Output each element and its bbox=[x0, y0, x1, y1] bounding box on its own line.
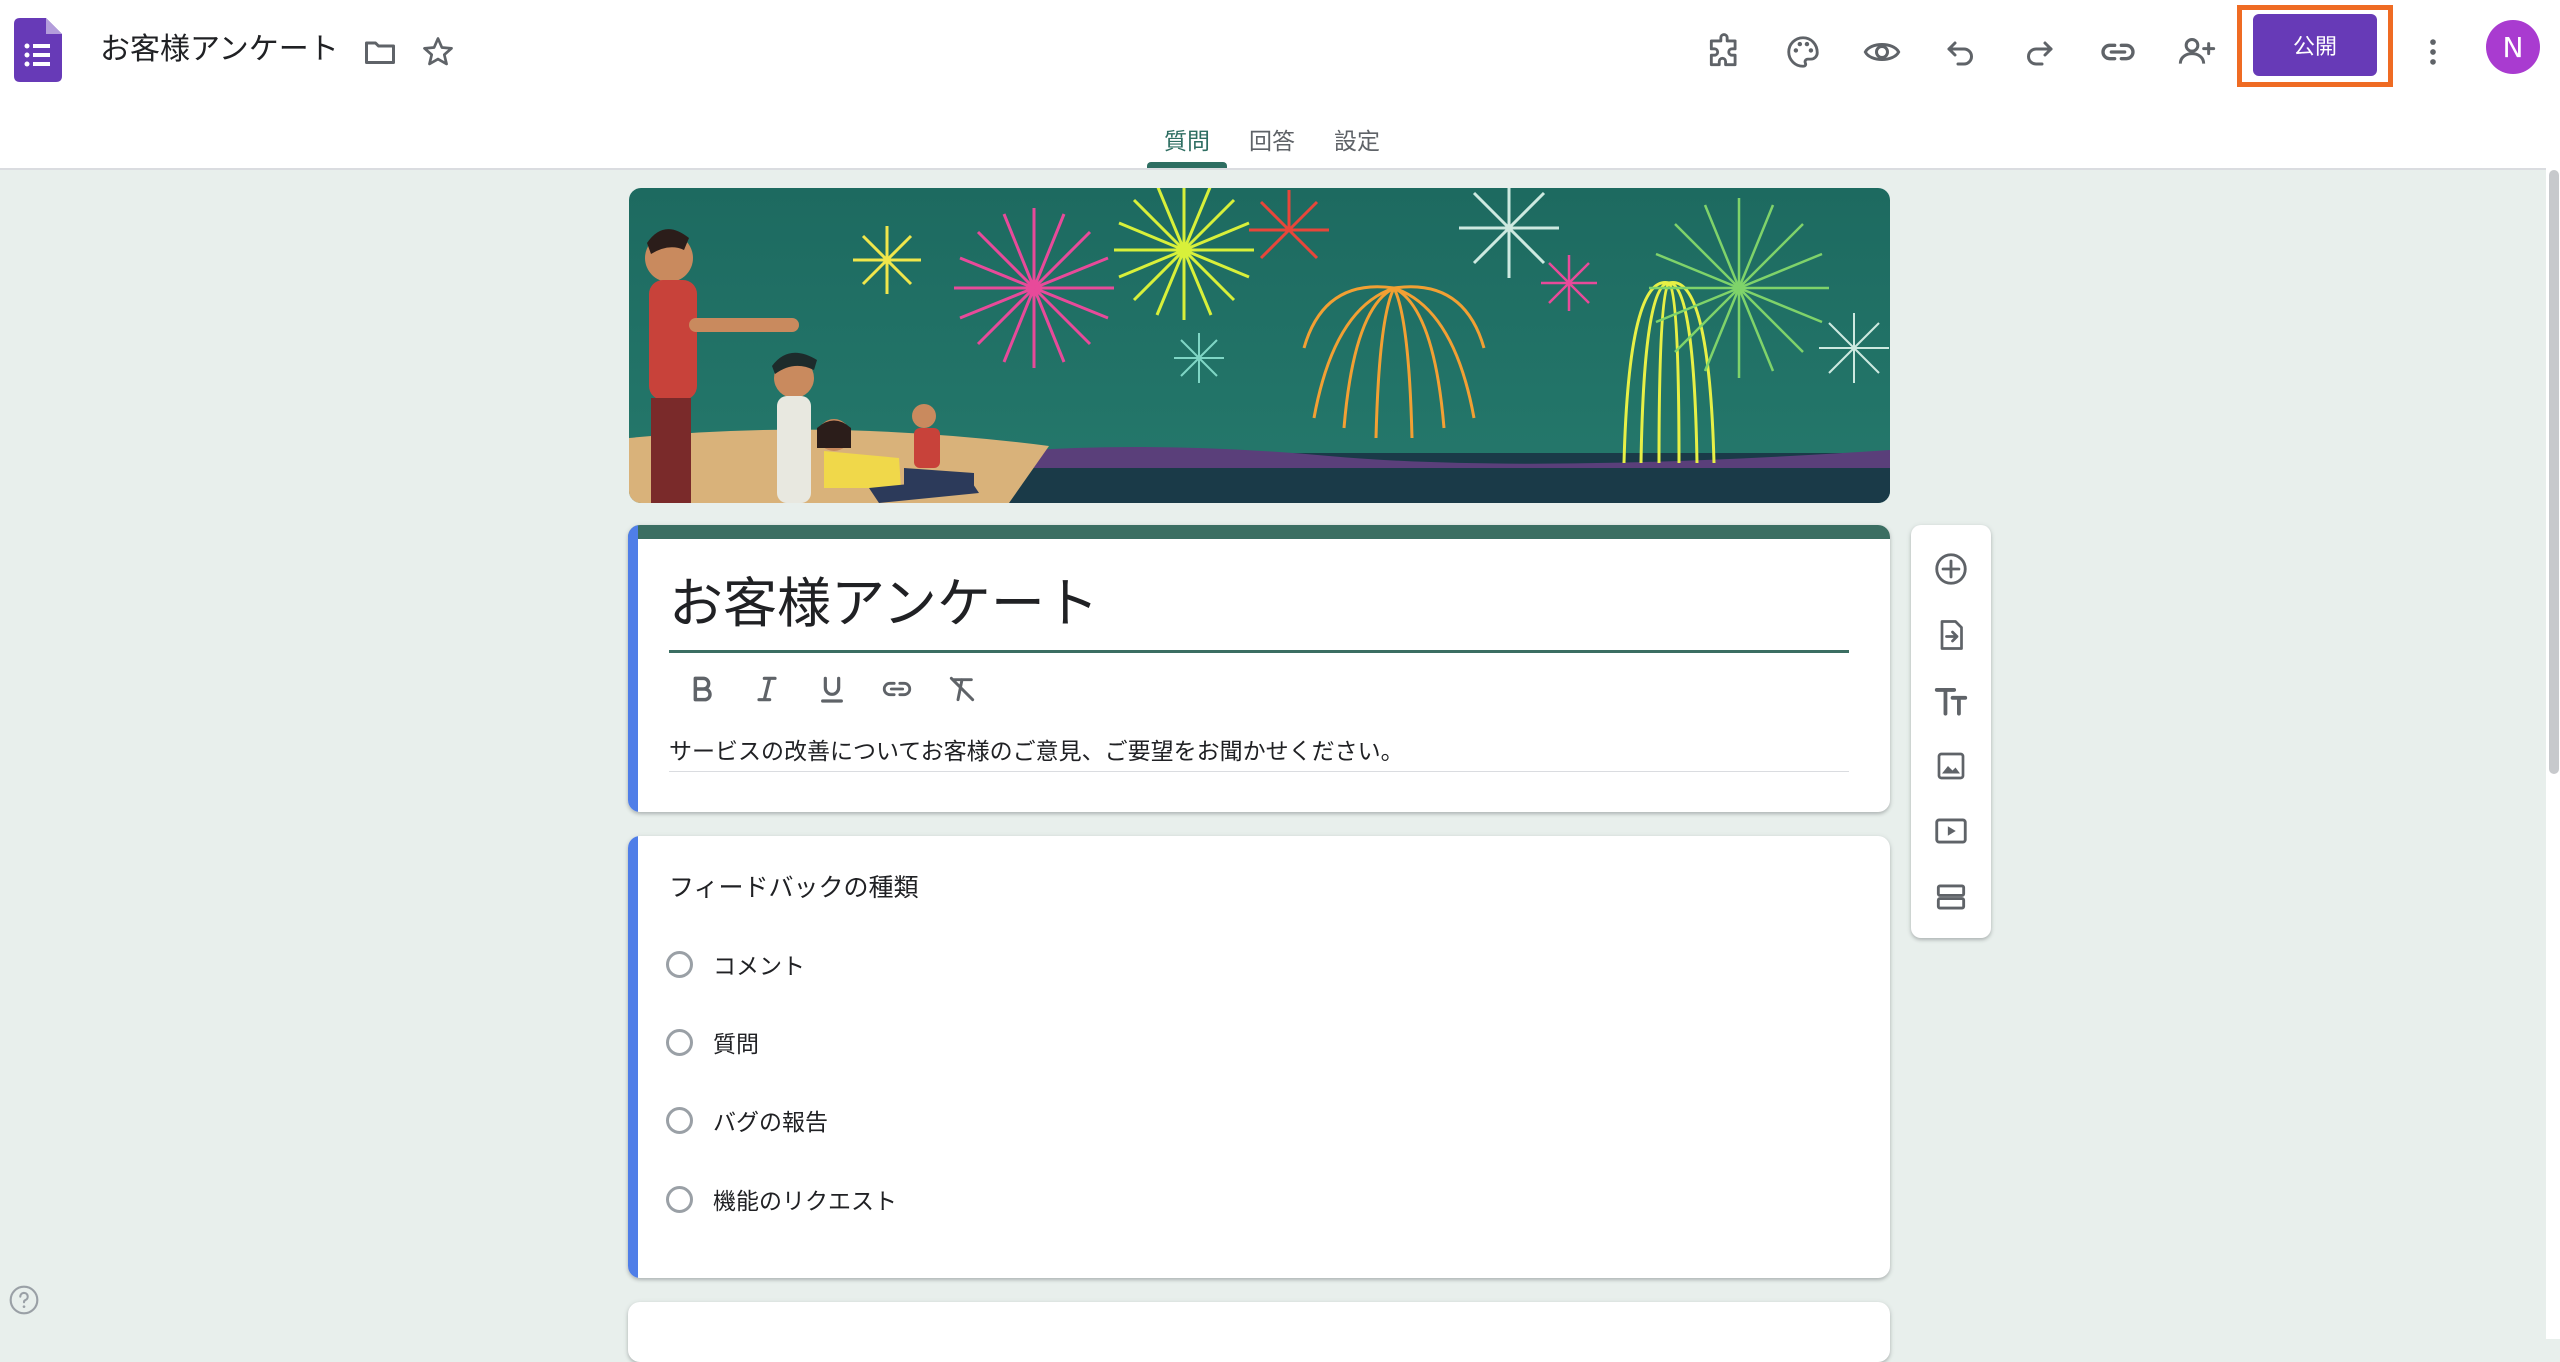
tab-settings[interactable]: 設定 bbox=[1317, 122, 1397, 168]
radio-button[interactable] bbox=[666, 1185, 693, 1213]
header-image-banner bbox=[629, 188, 1890, 503]
option-item[interactable]: コメント bbox=[666, 944, 805, 984]
import-questions-icon[interactable] bbox=[1927, 611, 1975, 659]
option-item[interactable]: バグの報告 bbox=[666, 1100, 828, 1140]
add-question-icon[interactable] bbox=[1927, 545, 1975, 593]
redo-icon[interactable] bbox=[2013, 26, 2065, 78]
floating-toolbar bbox=[1911, 525, 1991, 938]
addon-icon[interactable] bbox=[1698, 26, 1750, 78]
add-collaborator-icon[interactable] bbox=[2171, 26, 2223, 78]
publish-button[interactable]: 公開 bbox=[2253, 14, 2377, 76]
add-video-icon[interactable] bbox=[1927, 807, 1975, 855]
option-label: コメント bbox=[713, 954, 805, 980]
folder-icon[interactable] bbox=[360, 32, 400, 72]
underline-icon[interactable] bbox=[810, 667, 854, 711]
active-tab-indicator bbox=[1147, 162, 1227, 168]
description-underline bbox=[669, 771, 1849, 772]
tab-bar: 質問 回答 設定 bbox=[0, 112, 2560, 168]
option-label: バグの報告 bbox=[713, 1110, 828, 1136]
active-card-indicator bbox=[628, 525, 638, 812]
add-image-icon[interactable] bbox=[1927, 742, 1975, 790]
scrollbar-thumb[interactable] bbox=[2549, 170, 2559, 774]
forms-logo-icon[interactable] bbox=[14, 18, 62, 82]
help-icon[interactable] bbox=[8, 1284, 40, 1316]
clear-format-icon[interactable] bbox=[940, 667, 984, 711]
palette-icon[interactable] bbox=[1777, 26, 1829, 78]
radio-button[interactable] bbox=[666, 1106, 693, 1134]
next-question-card[interactable] bbox=[628, 1302, 1890, 1362]
link-icon[interactable] bbox=[2092, 26, 2144, 78]
fireworks-illustration bbox=[629, 188, 1890, 503]
form-title-card[interactable]: お客様アンケート サービスの改善についてお客様のご意見、ご要望をお聞かせください… bbox=[628, 525, 1890, 812]
option-item[interactable]: 質問 bbox=[666, 1022, 759, 1062]
add-section-icon[interactable] bbox=[1927, 873, 1975, 921]
italic-icon[interactable] bbox=[745, 667, 789, 711]
account-avatar[interactable]: N bbox=[2486, 20, 2540, 74]
more-vert-icon[interactable] bbox=[2407, 26, 2459, 78]
option-label: 質問 bbox=[713, 1032, 759, 1058]
radio-button[interactable] bbox=[666, 1028, 693, 1056]
undo-icon[interactable] bbox=[1935, 26, 1987, 78]
insert-link-icon[interactable] bbox=[875, 667, 919, 711]
theme-color-band bbox=[628, 525, 1890, 539]
bold-icon[interactable] bbox=[680, 667, 724, 711]
form-title-input[interactable]: お客様アンケート bbox=[669, 569, 1099, 639]
star-icon[interactable] bbox=[418, 32, 458, 72]
question-title[interactable]: フィードバックの種類 bbox=[669, 870, 919, 906]
document-title[interactable]: お客様アンケート bbox=[100, 30, 339, 70]
radio-button[interactable] bbox=[666, 950, 693, 978]
question-accent-bar bbox=[628, 836, 638, 1278]
add-title-icon[interactable] bbox=[1927, 677, 1975, 725]
app-header: お客様アンケート 公開 N 質問 回答 設定 bbox=[0, 0, 2560, 170]
option-item[interactable]: 機能のリクエスト bbox=[666, 1179, 897, 1219]
option-label: 機能のリクエスト bbox=[713, 1189, 897, 1215]
question-card[interactable]: フィードバックの種類 コメント 質問 バグの報告 機能のリクエスト bbox=[628, 836, 1890, 1278]
title-input-underline bbox=[669, 650, 1849, 653]
tab-responses[interactable]: 回答 bbox=[1232, 122, 1312, 168]
form-description-input[interactable]: サービスの改善についてお客様のご意見、ご要望をお聞かせください。 bbox=[669, 735, 1404, 769]
preview-icon[interactable] bbox=[1856, 26, 1908, 78]
